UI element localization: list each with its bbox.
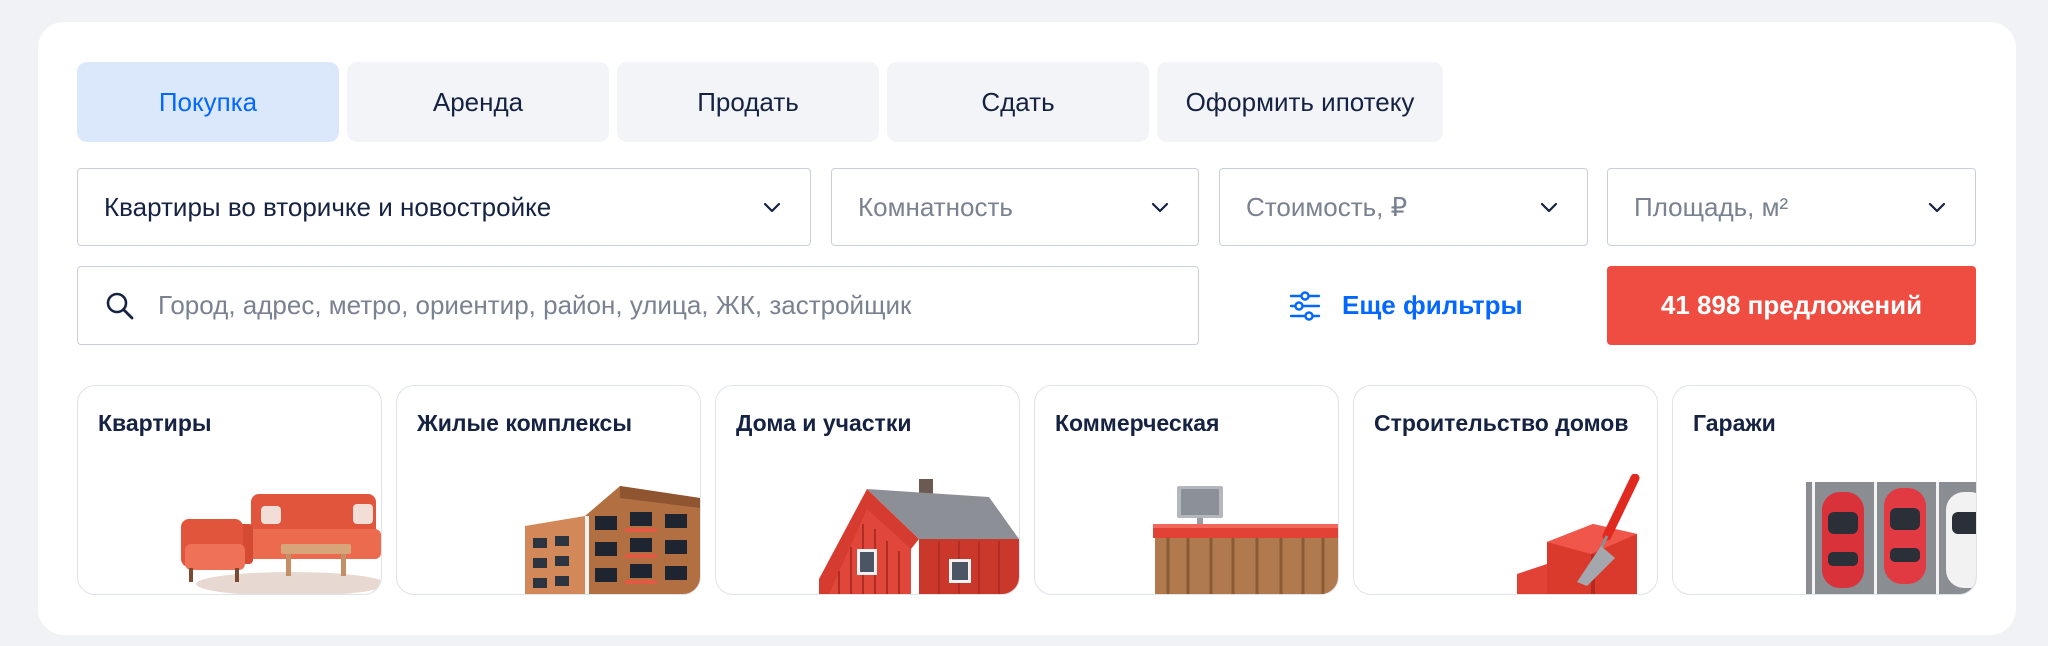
rooms-select[interactable]: Комнатность bbox=[831, 168, 1199, 246]
category-title: Дома и участки bbox=[736, 410, 912, 436]
category-title: Квартиры bbox=[98, 410, 212, 436]
sliders-icon bbox=[1289, 290, 1321, 321]
more-filters-button[interactable]: Еще фильтры bbox=[1288, 266, 1523, 345]
property-type-select[interactable]: Квартиры во вторичке и новостройке bbox=[77, 168, 811, 246]
house-image bbox=[819, 479, 1019, 594]
show-offers-button[interactable]: 41 898 предложений bbox=[1607, 266, 1976, 345]
chevron-down-icon bbox=[1928, 202, 1946, 213]
brick-trowel-image bbox=[1517, 474, 1640, 594]
tab-buy[interactable]: Покупка bbox=[77, 62, 339, 142]
category-card-residential-complexes[interactable]: Жилые комплексы bbox=[396, 385, 701, 595]
apartment-building-image bbox=[525, 486, 700, 594]
search-input[interactable] bbox=[158, 290, 1172, 321]
sofa-image bbox=[181, 494, 381, 594]
category-card-houses-and-plots[interactable]: Дома и участки bbox=[715, 385, 1020, 595]
category-card-garages[interactable]: Гаражи bbox=[1672, 385, 1977, 595]
property-type-value: Квартиры во вторичке и новостройке bbox=[104, 191, 552, 222]
area-select[interactable]: Площадь, м² bbox=[1607, 168, 1976, 246]
category-cards: Квартиры Жилые комплексы Дома и участки … bbox=[77, 385, 1977, 595]
search-icon bbox=[106, 292, 134, 319]
category-title: Жилые комплексы bbox=[417, 410, 632, 436]
rooms-placeholder: Комнатность bbox=[858, 191, 1013, 222]
reception-desk-image bbox=[1153, 486, 1338, 594]
category-title: Строительство домов bbox=[1374, 410, 1629, 436]
category-title: Гаражи bbox=[1693, 410, 1776, 436]
search-panel: Покупка Аренда Продать Сдать Оформить ип… bbox=[38, 22, 2016, 635]
tab-rent[interactable]: Аренда bbox=[347, 62, 609, 142]
price-select[interactable]: Стоимость, ₽ bbox=[1219, 168, 1588, 246]
more-filters-label: Еще фильтры bbox=[1342, 290, 1523, 320]
parked-cars-image bbox=[1806, 482, 1976, 594]
chevron-down-icon bbox=[763, 202, 781, 213]
chevron-down-icon bbox=[1151, 202, 1169, 213]
category-card-apartments[interactable]: Квартиры bbox=[77, 385, 382, 595]
tab-sell[interactable]: Продать bbox=[617, 62, 879, 142]
category-title: Коммерческая bbox=[1055, 410, 1220, 436]
deal-type-tabs: Покупка Аренда Продать Сдать Оформить ип… bbox=[77, 62, 1443, 142]
category-card-commercial[interactable]: Коммерческая bbox=[1034, 385, 1339, 595]
chevron-down-icon bbox=[1540, 202, 1558, 213]
area-placeholder: Площадь, м² bbox=[1634, 191, 1789, 222]
category-card-house-construction[interactable]: Строительство домов bbox=[1353, 385, 1658, 595]
search-field[interactable] bbox=[77, 266, 1199, 345]
tab-let[interactable]: Сдать bbox=[887, 62, 1149, 142]
tab-mortgage[interactable]: Оформить ипотеку bbox=[1157, 62, 1443, 142]
price-placeholder: Стоимость, ₽ bbox=[1246, 191, 1408, 222]
